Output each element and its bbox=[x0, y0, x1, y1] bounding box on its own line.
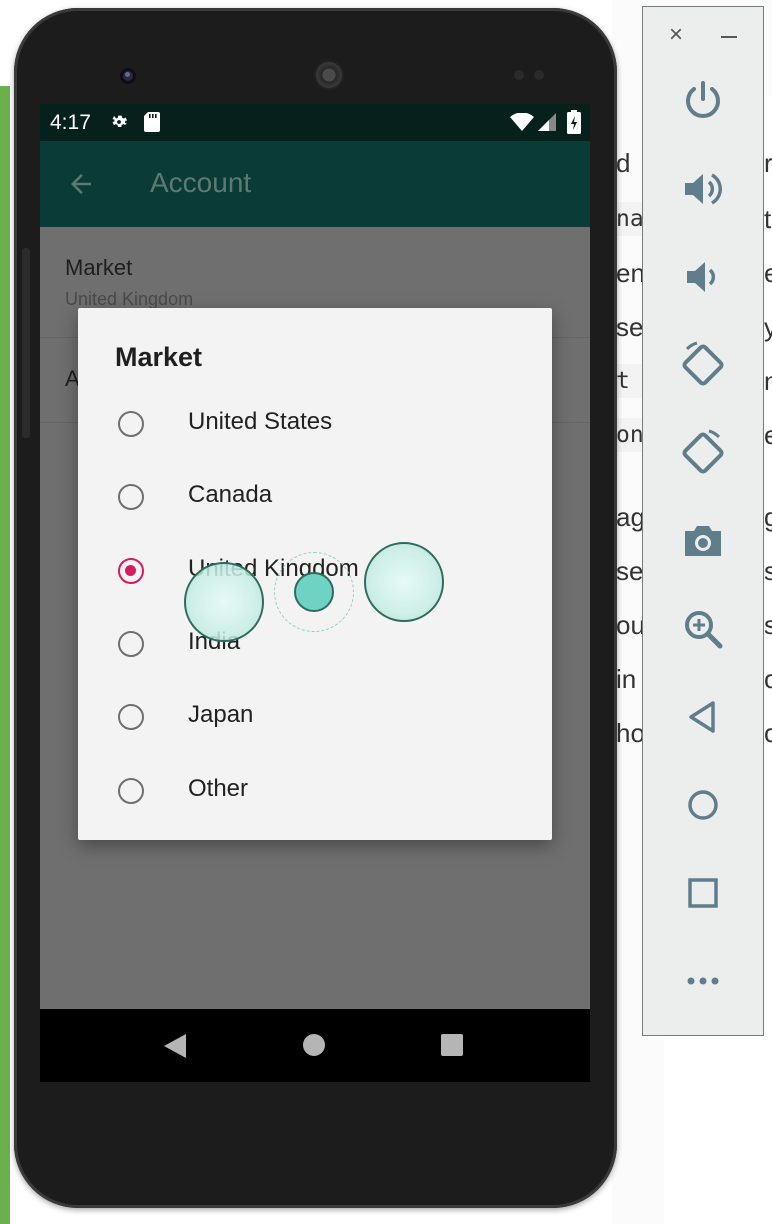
bg-fragment: ne bbox=[764, 366, 772, 396]
bg-fragment: re bbox=[764, 148, 772, 178]
more-icon[interactable] bbox=[679, 957, 727, 1005]
arrow-back-icon[interactable] bbox=[66, 169, 96, 199]
radio-option[interactable]: Japan bbox=[78, 682, 552, 755]
bg-fragment: y bbox=[764, 312, 772, 342]
bg-fragment: se bbox=[616, 312, 644, 342]
light-sensor bbox=[534, 70, 544, 80]
bg-fragment: ov bbox=[764, 718, 772, 748]
radio-option[interactable]: Other bbox=[78, 756, 552, 829]
radio-unchecked-icon[interactable] bbox=[118, 630, 144, 657]
status-time: 4:17 bbox=[50, 111, 91, 134]
minimize-icon[interactable] bbox=[721, 36, 737, 38]
back-icon[interactable] bbox=[679, 693, 727, 741]
bg-fragment: na bbox=[616, 202, 644, 236]
bg-fragment: g bbox=[764, 502, 772, 532]
touch-indicator bbox=[364, 542, 444, 622]
volume-up-icon[interactable] bbox=[679, 165, 727, 213]
touch-indicator bbox=[184, 562, 264, 642]
bg-fragment: st bbox=[764, 556, 772, 586]
radio-option[interactable]: Canada bbox=[78, 462, 552, 535]
zoom-icon[interactable] bbox=[679, 605, 727, 653]
nav-home-icon[interactable] bbox=[303, 1034, 325, 1056]
bg-fragment: ou bbox=[616, 610, 644, 640]
navigation-bar bbox=[40, 1009, 590, 1082]
bg-fragment: t bbox=[764, 204, 772, 234]
preference-summary: United Kingdom bbox=[65, 289, 194, 309]
status-bar: 4:17 bbox=[40, 104, 590, 141]
sd-card-icon bbox=[144, 112, 160, 132]
radio-option[interactable]: United States bbox=[78, 389, 552, 462]
app-bar: Account bbox=[40, 141, 590, 227]
bg-fragment: ho bbox=[616, 718, 644, 748]
front-camera-icon bbox=[120, 68, 136, 84]
wifi-icon bbox=[510, 113, 534, 131]
radio-checked-icon[interactable] bbox=[118, 557, 144, 584]
nav-back-icon[interactable] bbox=[164, 1034, 186, 1058]
bg-fragment: e bbox=[764, 420, 772, 450]
gear-icon bbox=[112, 115, 127, 127]
page-title: Account bbox=[150, 167, 252, 198]
bg-fragment: ec bbox=[764, 258, 772, 288]
rotate-left-icon[interactable] bbox=[679, 341, 727, 389]
bg-fragment: d bbox=[616, 148, 631, 178]
option-label: Canada bbox=[188, 481, 273, 509]
bg-fragment: in bbox=[616, 664, 637, 694]
option-label: Japan bbox=[188, 701, 254, 729]
radio-unchecked-icon[interactable] bbox=[118, 704, 144, 731]
camera-icon[interactable] bbox=[679, 517, 727, 565]
bg-fragment: en bbox=[616, 258, 644, 288]
radio-unchecked-icon[interactable] bbox=[118, 484, 144, 511]
nav-recents-icon[interactable] bbox=[441, 1034, 463, 1056]
bg-fragment: on bbox=[616, 418, 644, 452]
bg-fragment: s bbox=[764, 610, 772, 640]
overview-icon[interactable] bbox=[679, 869, 727, 917]
volume-down-icon[interactable] bbox=[679, 253, 727, 301]
power-icon[interactable] bbox=[679, 77, 727, 125]
radio-unchecked-icon[interactable] bbox=[118, 777, 144, 804]
bg-fragment: o bbox=[764, 664, 772, 694]
bg-fragment: se bbox=[616, 556, 644, 586]
signal-icon bbox=[538, 113, 556, 131]
close-icon[interactable]: × bbox=[669, 23, 683, 47]
battery-icon bbox=[567, 110, 581, 134]
radio-unchecked-icon[interactable] bbox=[118, 411, 144, 437]
dialog-title: Market bbox=[115, 342, 203, 372]
phone-side-button bbox=[22, 248, 30, 438]
background-accent-bar bbox=[0, 86, 10, 1224]
option-label: Other bbox=[188, 774, 249, 802]
rotate-right-icon[interactable] bbox=[679, 429, 727, 477]
bg-fragment: ag bbox=[616, 502, 644, 532]
home-icon[interactable] bbox=[679, 781, 727, 829]
earpiece-speaker bbox=[314, 60, 344, 90]
option-label: United States bbox=[188, 408, 333, 435]
touch-point bbox=[294, 572, 334, 612]
bg-fragment: t n bbox=[616, 364, 644, 398]
proximity-sensor bbox=[514, 70, 524, 80]
preference-title: Market bbox=[65, 255, 133, 280]
emulator-toolbar: × bbox=[642, 6, 764, 1036]
